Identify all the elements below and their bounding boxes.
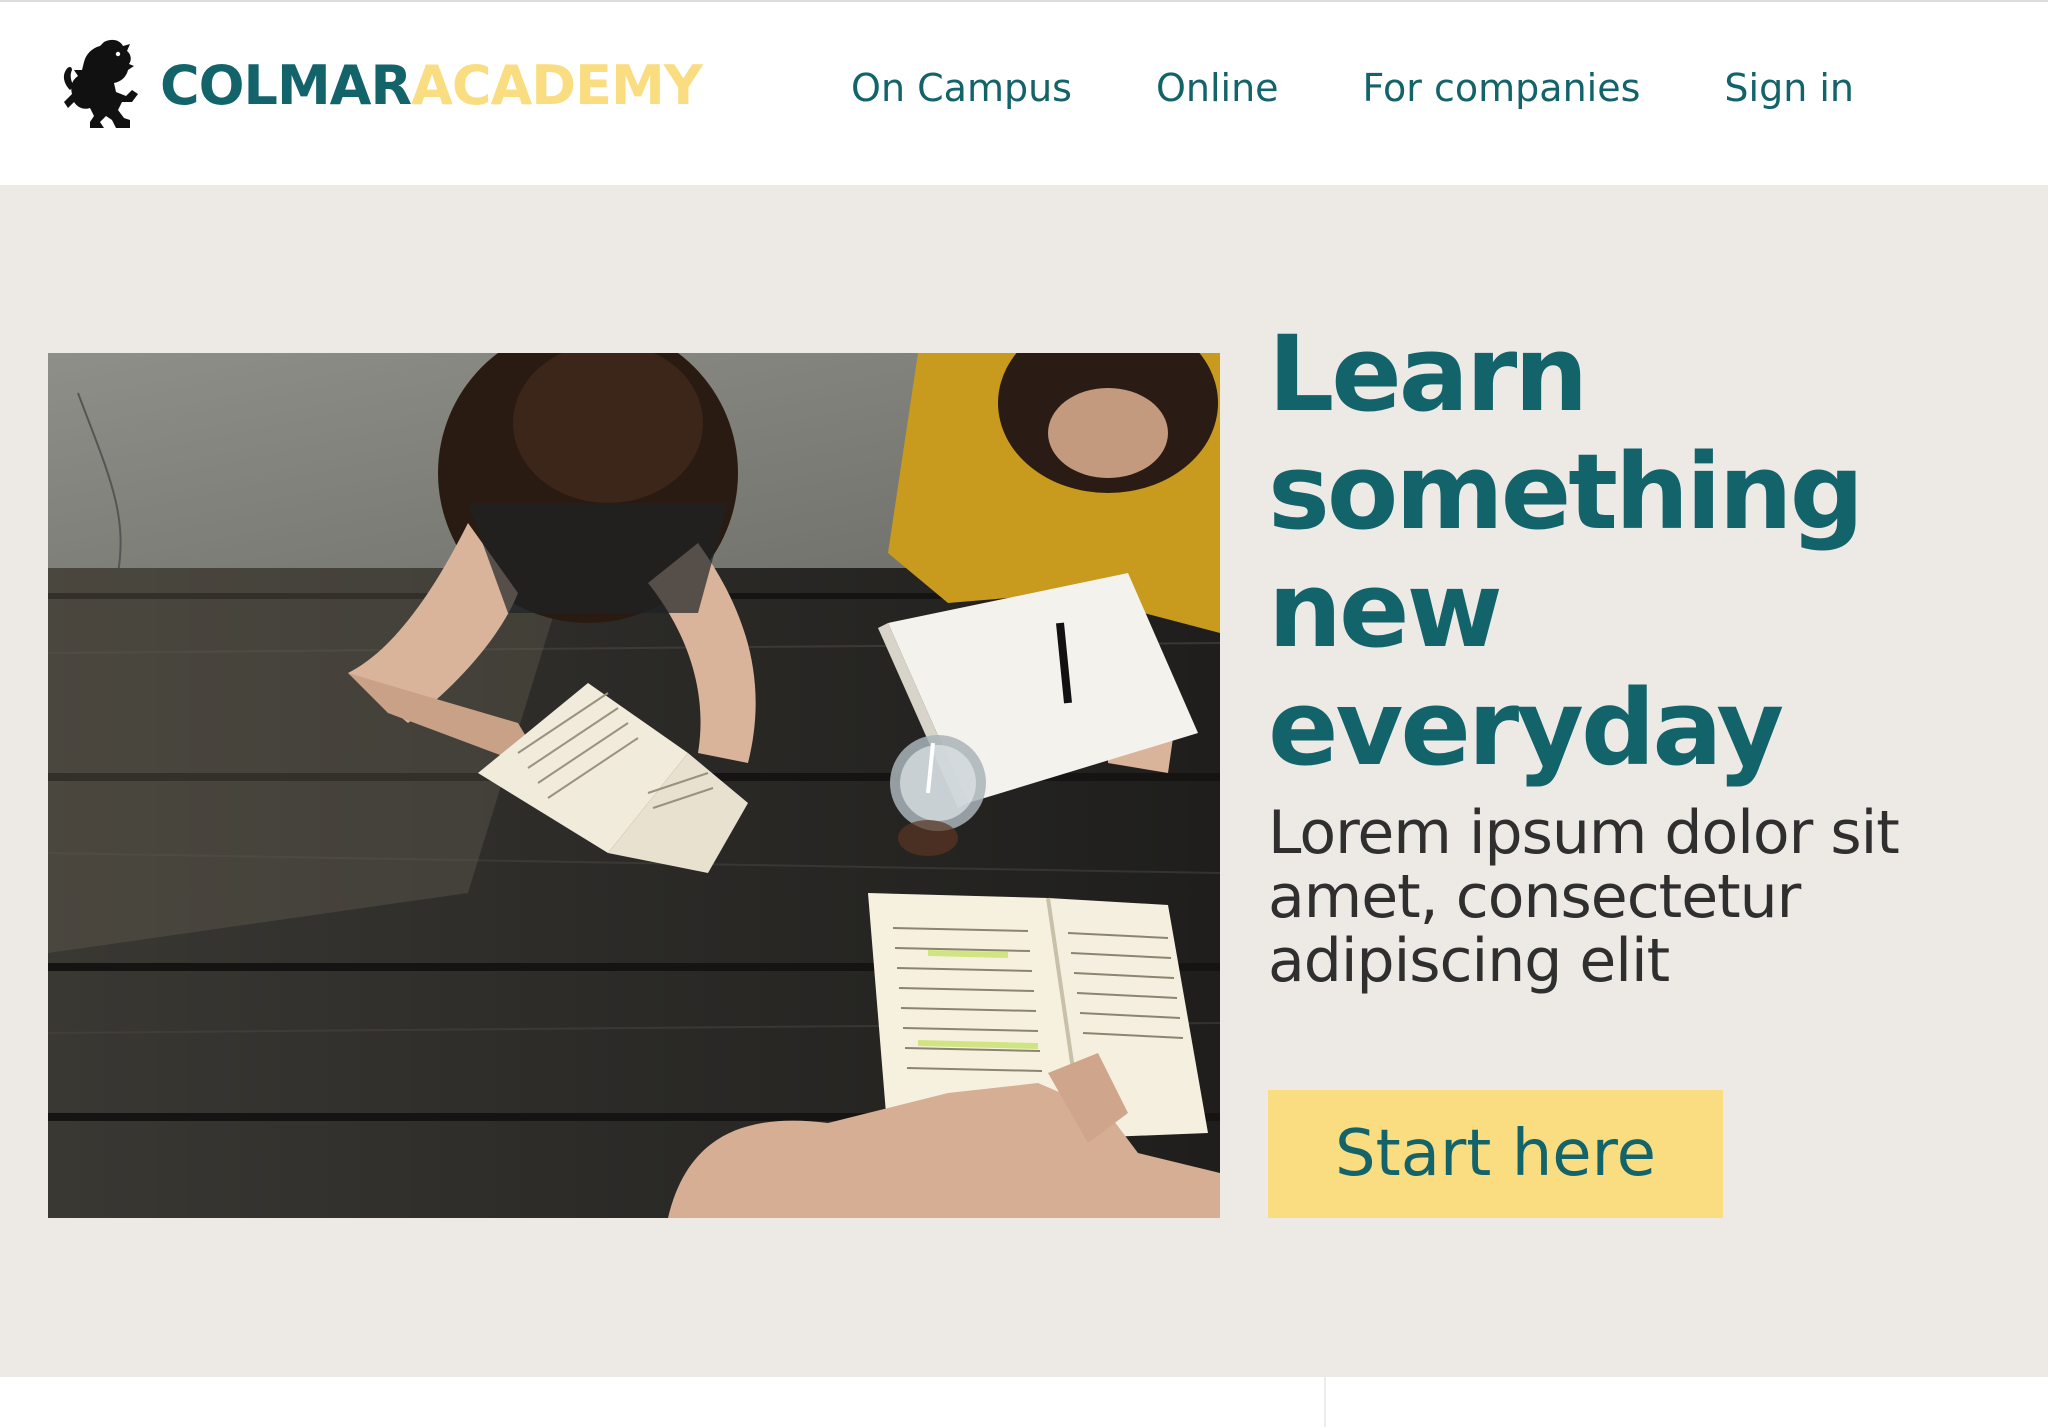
hero-text-block: Learn something new everyday Lorem ipsum… [1268, 315, 2008, 993]
start-here-button[interactable]: Start here [1268, 1090, 1723, 1218]
brand-name-part1: COLMAR [160, 54, 412, 117]
hero-subtext: Lorem ipsum dolor sit amet, consectetur … [1268, 798, 1900, 996]
nav-link-on-campus[interactable]: On Campus [851, 64, 1072, 113]
students-reading-illustration [48, 353, 1220, 1218]
lion-rampant-icon [63, 39, 138, 129]
brand-name-part2: ACADEMY [411, 54, 703, 117]
next-section-edge [0, 1377, 2048, 1427]
section-divider [1324, 1377, 1326, 1427]
site-header: COLMARACADEMY On Campus Online For compa… [0, 0, 2048, 185]
brand-wordmark: COLMARACADEMY [160, 59, 703, 113]
nav-link-online[interactable]: Online [1156, 64, 1279, 113]
hero-section: Learn something new everyday Lorem ipsum… [0, 185, 2048, 1377]
main-nav: On Campus Online For companies Sign in [851, 64, 1854, 113]
hero-headline: Learn something new everyday [1268, 313, 1864, 789]
nav-link-for-companies[interactable]: For companies [1363, 64, 1641, 113]
nav-link-sign-in[interactable]: Sign in [1724, 64, 1854, 113]
hero-image [48, 353, 1220, 1218]
brand-logo[interactable]: COLMARACADEMY [60, 36, 703, 136]
